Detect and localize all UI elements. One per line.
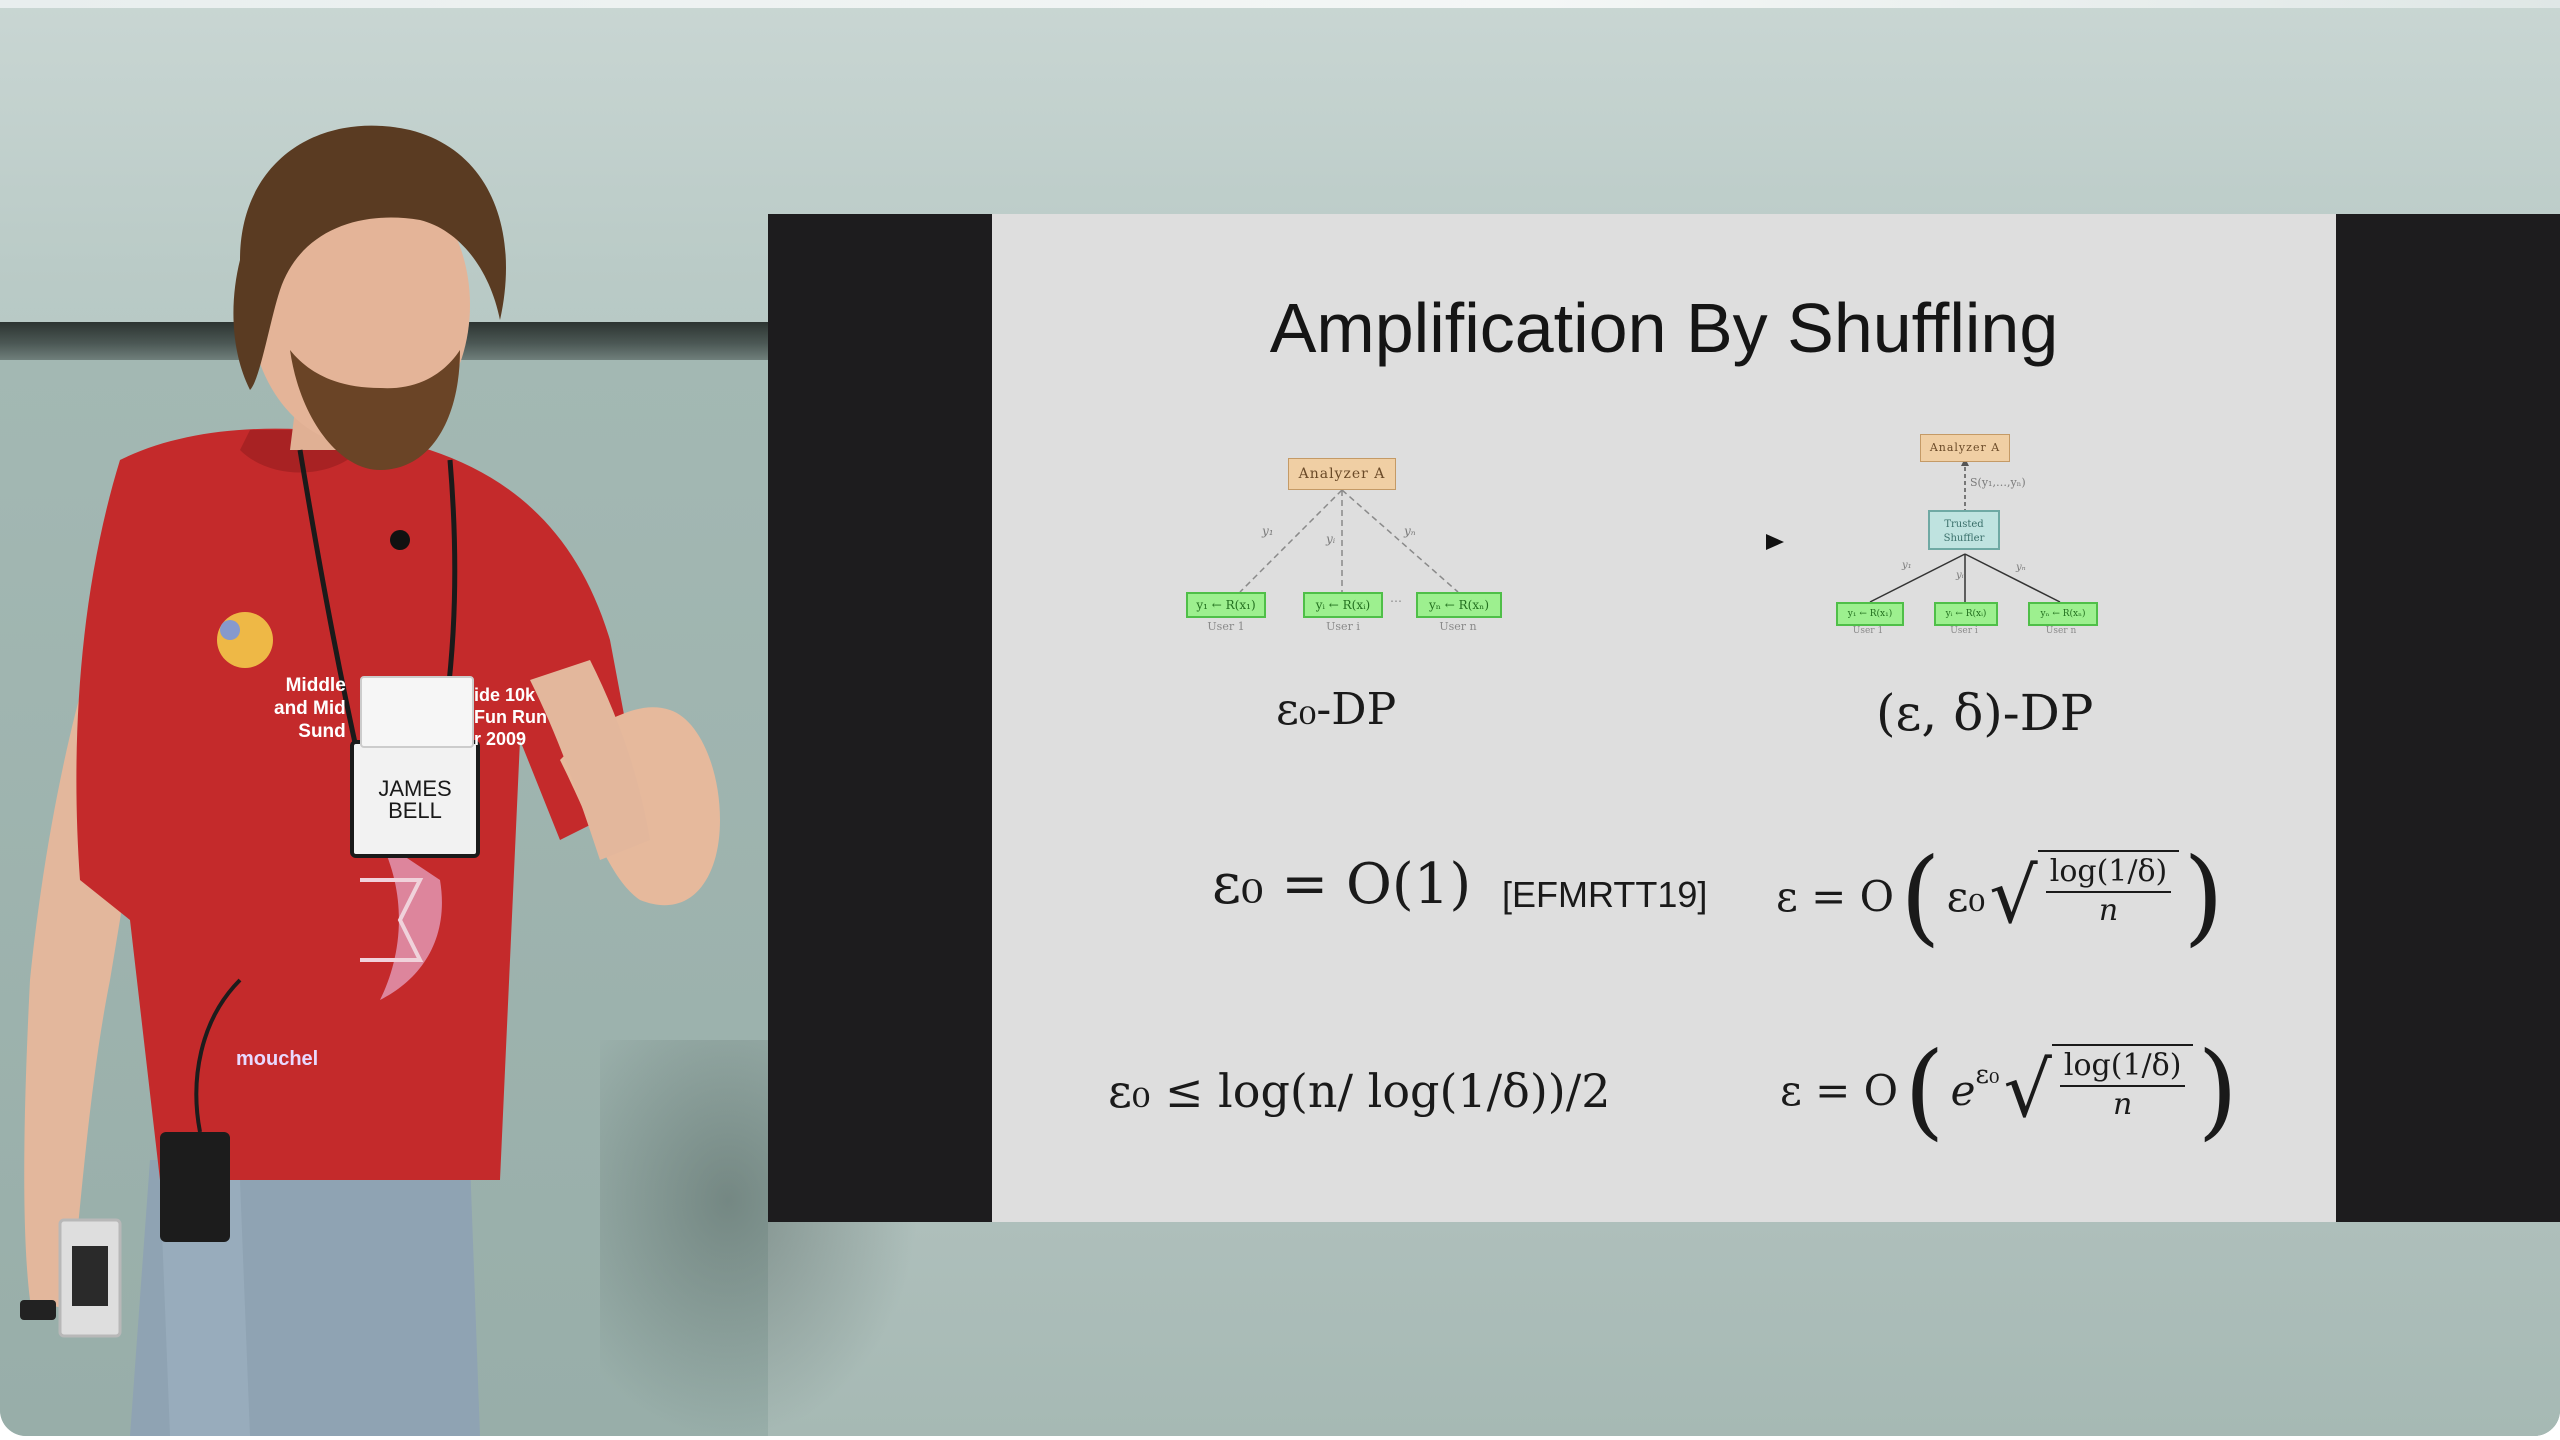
shirt-line2: and Mid (274, 698, 346, 719)
right-edge-label-n: yₙ (2016, 562, 2026, 573)
right-user-caption-i: User i (1950, 626, 1978, 636)
edge-usern-shuffler (1964, 553, 2061, 603)
presentation-clicker-icon (20, 1300, 56, 1320)
row1-left-formula: ε₀ = O(1) (1212, 852, 1472, 917)
shuffler-box: Trusted Shuffler (1928, 510, 2000, 550)
right-analyzer-box: Analyzer A (1920, 434, 2010, 462)
row2-exponent: ε₀ (1975, 1060, 2000, 1090)
shirt-line3: Sund (298, 721, 346, 742)
edge-usern-analyzer (1341, 489, 1459, 593)
left-user-box-1: y₁ ← R(x₁) (1186, 592, 1266, 618)
shirt-sponsor: mouchel (236, 1048, 319, 1070)
row2-left-formula: ε₀ ≤ log(n/ log(1/δ))/2 (1108, 1064, 1611, 1118)
row2-right-formula: ε = O ( e ε₀ √ log(1/δ) n ) (1780, 1030, 2238, 1150)
badge-holder-top (360, 676, 474, 748)
shirt-line1: Middle (285, 675, 346, 696)
row2-right-paren: ) (2197, 1029, 2238, 1151)
video-frame: Amplification By Shuffling … Analyzer A … (0, 0, 2560, 1436)
name-badge: JAMES BELL (350, 740, 480, 858)
citation: [EFMRTT19] (1502, 874, 1708, 915)
shuffled-output-label: S(y₁,…,yₙ) (1970, 476, 2026, 489)
shirt-line3b: r 2009 (474, 729, 527, 749)
wall-below-screen (768, 1222, 2560, 1436)
row1-left-paren: ( (1900, 835, 1941, 957)
right-user-box-1: y₁ ← R(x₁) (1836, 602, 1904, 626)
shirt-text-right: ide 10k Fun Run r 2009 (474, 684, 547, 750)
left-user-box-i: yᵢ ← R(xᵢ) (1303, 592, 1383, 618)
slide-title: Amplification By Shuffling (1269, 289, 2059, 367)
left-edge-label-i: yᵢ (1326, 532, 1336, 546)
right-edge-label-1: y₁ (1902, 560, 1912, 571)
right-user-box-n: yₙ ← R(xₙ) (2028, 602, 2098, 626)
left-edge-label-1: y₁ (1262, 524, 1274, 538)
row1-right-factor: ε₀ (1946, 871, 1986, 921)
lapel-microphone (390, 530, 410, 550)
shirt-text: Middle and Mid Sund (274, 674, 346, 743)
row1-right-paren: ) (2183, 835, 2224, 957)
right-user-box-i: yᵢ ← R(xᵢ) (1934, 602, 1998, 626)
row2-right-factor: e (1950, 1065, 1976, 1115)
ellipsis: … (1390, 591, 1402, 605)
row2-denominator: n (2112, 1087, 2133, 1122)
ceiling-light-strip (0, 0, 2560, 8)
row2-right-prefix: ε = O (1780, 1065, 1899, 1115)
left-analyzer-box: Analyzer A (1288, 458, 1396, 490)
shuffler-label-line1: Trusted (1944, 519, 1984, 530)
left-user-caption-1: User 1 (1207, 620, 1245, 633)
row2-fraction: log(1/δ) n (2051, 1044, 2194, 1122)
row1-fraction: log(1/δ) n (2037, 850, 2180, 928)
badge-name-line2: BELL (388, 798, 442, 823)
row1-denominator: n (2098, 893, 2119, 928)
shuffle-dp-label: (ε, δ)-DP (1876, 684, 2094, 742)
local-dp-label: ε₀-DP (1276, 684, 1397, 735)
wireless-transmitter (160, 1132, 230, 1242)
pointer-arrow-icon (1766, 534, 1784, 550)
edge-user1-shuffler (1869, 553, 1966, 603)
row2-sqrt-sign: √ (2003, 1045, 2052, 1134)
row2-left-paren: ( (1904, 1029, 1945, 1151)
row2-numerator: log(1/δ) (2059, 1048, 2186, 1087)
left-user-caption-i: User i (1326, 620, 1360, 633)
right-user-caption-1: User 1 (1852, 626, 1884, 636)
left-edge-label-n: yₙ (1404, 524, 1416, 538)
row1-right-prefix: ε = O (1776, 871, 1895, 921)
shirt-line2b: Fun Run (474, 707, 547, 727)
badge-name-line1: JAMES (378, 776, 452, 801)
shuffler-label-line2: Shuffler (1943, 533, 1985, 544)
row1-sqrt-sign: √ (1989, 851, 2038, 940)
row1-numerator: log(1/δ) (2045, 854, 2172, 893)
right-edge-label-i: yᵢ (1956, 570, 1964, 581)
wall-switch (72, 1246, 108, 1306)
left-user-caption-n: User n (1439, 620, 1477, 633)
right-user-caption-n: User n (2045, 626, 2077, 636)
shirt-line1b: ide 10k (474, 685, 536, 705)
left-user-box-n: yₙ ← R(xₙ) (1416, 592, 1502, 618)
row1-right-formula: ε = O ( ε₀ √ log(1/δ) n ) (1776, 836, 2224, 956)
